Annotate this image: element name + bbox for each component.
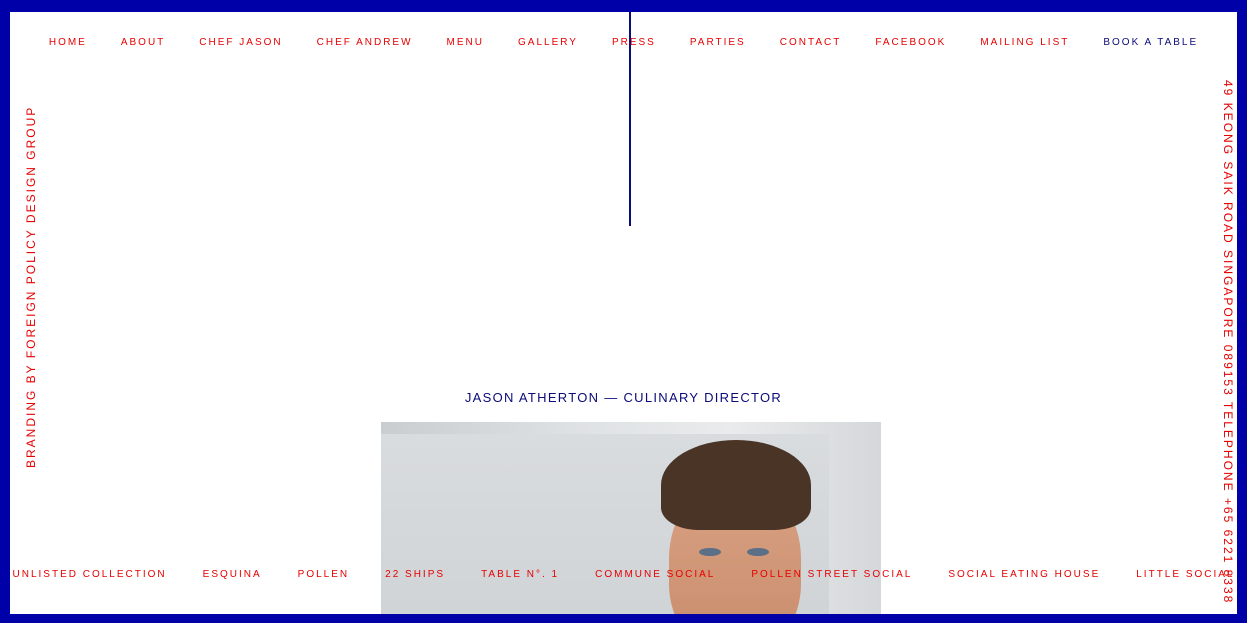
photo-right-eye — [747, 548, 769, 556]
restaurant-pollen-street-social[interactable]: POLLEN STREET SOCIAL — [751, 569, 912, 580]
top-nav: HOME ABOUT CHEF JASON CHEF ANDREW MENU G… — [10, 37, 1237, 48]
nav-chef-andrew[interactable]: CHEF ANDREW — [317, 37, 413, 48]
chef-photo — [381, 422, 881, 614]
restaurant-commune-social[interactable]: COMMUNE SOCIAL — [595, 569, 715, 580]
nav-about[interactable]: ABOUT — [121, 37, 165, 48]
address-contact: 49 KEONG SAIK ROAD SINGAPORE 089153 TELE… — [1221, 80, 1235, 605]
photo-left-eye — [699, 548, 721, 556]
restaurant-table-no-1[interactable]: TABLE N°. 1 — [481, 569, 559, 580]
nav-chef-jason[interactable]: CHEF JASON — [199, 37, 282, 48]
photo-hair — [661, 440, 811, 530]
restaurant-nav: UNLISTED COLLECTION ESQUINA POLLEN 22 SH… — [10, 569, 1237, 580]
restaurant-pollen[interactable]: POLLEN — [298, 569, 349, 580]
nav-press[interactable]: PRESS — [612, 37, 656, 48]
nav-book-a-table[interactable]: BOOK A TABLE — [1103, 37, 1198, 48]
branding-credit: BRANDING BY FOREIGN POLICY DESIGN GROUP — [24, 105, 38, 468]
nav-gallery[interactable]: GALLERY — [518, 37, 578, 48]
nav-parties[interactable]: PARTIES — [690, 37, 746, 48]
nav-home[interactable]: HOME — [49, 37, 87, 48]
restaurant-22-ships[interactable]: 22 SHIPS — [385, 569, 445, 580]
nav-menu[interactable]: MENU — [447, 37, 484, 48]
restaurant-little-social[interactable]: LITTLE SOCIAL — [1136, 569, 1234, 580]
restaurant-unlisted-collection[interactable]: UNLISTED COLLECTION — [13, 569, 167, 580]
restaurant-social-eating-house[interactable]: SOCIAL EATING HOUSE — [948, 569, 1100, 580]
page-frame: HOME ABOUT CHEF JASON CHEF ANDREW MENU G… — [10, 12, 1237, 614]
nav-contact[interactable]: CONTACT — [780, 37, 842, 48]
restaurant-esquina[interactable]: ESQUINA — [203, 569, 262, 580]
page-title: JASON ATHERTON — CULINARY DIRECTOR — [464, 390, 783, 405]
nav-facebook[interactable]: FACEBOOK — [875, 37, 946, 48]
vertical-divider-line — [629, 12, 631, 226]
nav-mailing-list[interactable]: MAILING LIST — [980, 37, 1069, 48]
